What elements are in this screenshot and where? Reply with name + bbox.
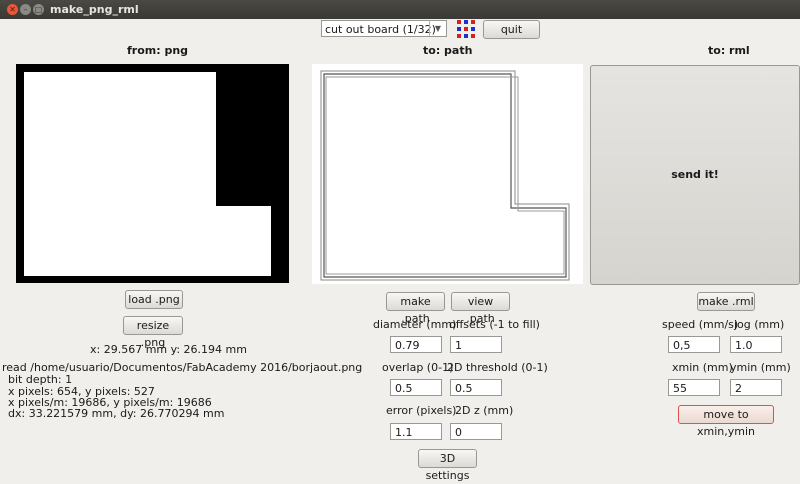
png-coords: x: 29.567 mm y: 26.194 mm — [90, 343, 247, 356]
3d-settings-button[interactable]: 3D settings — [418, 449, 477, 482]
resize-png-button[interactable]: resize .png — [123, 316, 183, 349]
offsets-label: offsets (-1 to fill) — [449, 318, 540, 331]
png-preview — [16, 64, 289, 283]
error-label: error (pixels) — [386, 404, 457, 417]
ymin-input[interactable]: 2 — [730, 379, 782, 396]
window-close-button[interactable]: ✕ — [7, 4, 18, 15]
error-input[interactable]: 1.1 — [390, 423, 442, 440]
view-path-button[interactable]: view .path — [451, 292, 510, 325]
ymin-label: ymin (mm) — [730, 361, 791, 374]
speed-label: speed (mm/s) — [662, 318, 739, 331]
make-rml-button[interactable]: make .rml — [697, 292, 755, 311]
path-preview — [312, 64, 583, 284]
diameter-input[interactable]: 0.79 — [390, 336, 442, 353]
path-panel-header: to: path — [423, 44, 473, 57]
load-png-button[interactable]: load .png — [125, 290, 183, 309]
process-select-value: cut out board (1/32) — [325, 23, 436, 36]
overlap-label: overlap (0-1) — [382, 361, 454, 374]
window-maximize-button[interactable]: □ — [33, 4, 44, 15]
xmin-input[interactable]: 55 — [668, 379, 720, 396]
rml-panel-header: to: rml — [708, 44, 750, 57]
png-info-line: dx: 33.221579 mm, dy: 26.770294 mm — [8, 407, 225, 420]
grid-icon[interactable] — [457, 20, 475, 38]
offsets-input[interactable]: 1 — [450, 336, 502, 353]
png-panel-header: from: png — [127, 44, 189, 57]
chevron-down-icon[interactable]: ▼ — [429, 21, 446, 36]
move-to-xmin-ymin-button[interactable]: move to xmin,ymin — [678, 405, 774, 438]
speed-input[interactable]: 0,5 — [668, 336, 720, 353]
z-label: 2D z (mm) — [455, 404, 514, 417]
jog-label: jog (mm) — [734, 318, 785, 331]
make-path-button[interactable]: make .path — [386, 292, 445, 325]
process-select[interactable]: cut out board (1/32) ▼ — [321, 20, 447, 37]
window-minimize-button[interactable]: – — [20, 4, 31, 15]
xmin-label: xmin (mm) — [672, 361, 733, 374]
send-it-button[interactable]: send it! — [590, 65, 800, 285]
threshold-input[interactable]: 0.5 — [450, 379, 502, 396]
title-bar: ✕ – □ make_png_rml — [0, 0, 800, 19]
jog-input[interactable]: 1.0 — [730, 336, 782, 353]
z-input[interactable]: 0 — [450, 423, 502, 440]
window-title: make_png_rml — [50, 3, 139, 16]
diameter-label: diameter (mm) — [373, 318, 457, 331]
quit-button[interactable]: quit — [483, 20, 540, 39]
threshold-label: 2D threshold (0-1) — [447, 361, 548, 374]
overlap-input[interactable]: 0.5 — [390, 379, 442, 396]
